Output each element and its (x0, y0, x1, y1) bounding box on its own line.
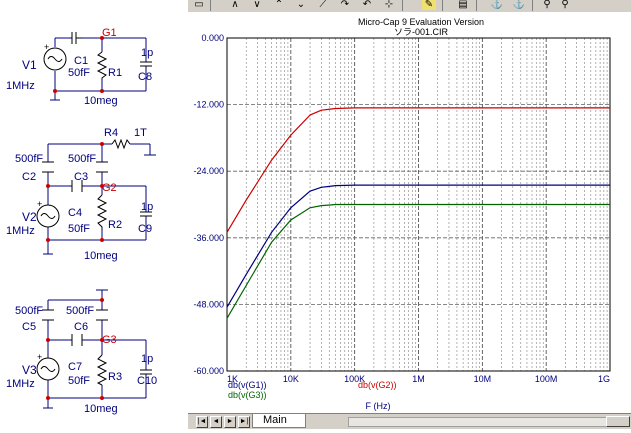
y-tick-label: -36.000 (193, 233, 224, 243)
tab-nav-next[interactable]: ► (224, 416, 236, 428)
label-c8-value: 1p (141, 47, 153, 59)
plot-file: ソラ-001.CIR (394, 27, 449, 37)
label-c2-value: 500fF (15, 153, 43, 165)
label-r4: R4 (104, 127, 118, 139)
y-tick-label: -60.000 (193, 366, 224, 376)
analysis-plot-window: ▭ ∧ ∨ ⌃ ⌄ ⟋ ↷ ↶ ⊹ ✎ ▤ ⚓ ⚓ ⚲ ⚲ Micro-Cap … (188, 0, 631, 429)
valley-icon[interactable]: ∨ (250, 0, 264, 10)
anchor2-icon[interactable]: ⚓ (512, 0, 526, 10)
y-tick-label: -12.000 (193, 100, 224, 110)
svg-text:+: + (37, 352, 42, 362)
label-r3: R3 (108, 371, 122, 383)
label-r1-value: 10meg (84, 95, 118, 107)
tag-icon[interactable]: ▤ (456, 0, 470, 10)
label-v1-freq: 1MHz (6, 80, 35, 92)
x-tick-label: 1M (412, 374, 425, 384)
schematic-canvas[interactable]: + + + G1 C1 50fF R1 1p C8 V1 1MHz 10meg R4… (0, 0, 188, 428)
ruler-icon[interactable]: ▭ (192, 0, 206, 10)
label-c3-value: 500fF (68, 153, 96, 165)
label-v2-freq: 1MHz (6, 225, 35, 237)
label-c9-value: 1p (141, 201, 153, 213)
label-r3-value: 10meg (84, 403, 118, 415)
label-c4: C4 (68, 207, 82, 219)
label-r4-value: 1T (134, 127, 147, 139)
label-c4-value: 50fF (68, 223, 90, 235)
label-g2: G2 (102, 182, 117, 194)
label-c2: C2 (22, 171, 36, 183)
y-tick-label: 0.000 (201, 33, 224, 43)
tab-nav-first[interactable]: |◄ (196, 416, 208, 428)
x-tick-label: 100M (535, 374, 558, 384)
label-c9: C9 (138, 223, 152, 235)
anchor-icon[interactable]: ⚓ (490, 0, 504, 10)
next-icon[interactable]: ↷ (338, 0, 352, 10)
label-c8: C8 (138, 71, 152, 83)
plot-area[interactable]: Micro-Cap 9 Evaluation Version ソラ-001.CI… (188, 12, 631, 413)
peak-icon[interactable]: ∧ (228, 0, 242, 10)
tab-nav-last[interactable]: ►| (238, 416, 250, 428)
tab-main[interactable]: Main (252, 414, 306, 428)
svg-text:+: + (44, 42, 49, 52)
schematic-drawing: + + + G1 C1 50fF R1 1p C8 V1 1MHz 10meg R4… (6, 27, 157, 415)
plot-title: Micro-Cap 9 Evaluation Version (358, 17, 484, 27)
legend-g2: db(v(G2)) (358, 380, 397, 390)
grid-icon[interactable]: ⊹ (382, 0, 396, 10)
svg-text:+: + (37, 199, 42, 209)
tab-main-label: Main (263, 414, 287, 426)
prev-icon[interactable]: ↶ (360, 0, 374, 10)
label-icon[interactable]: ✎ (422, 0, 436, 10)
label-c7: C7 (68, 361, 82, 373)
zoom-in-icon[interactable]: ⚲ (540, 0, 554, 10)
legend-g1: db(v(G1)) (228, 380, 267, 390)
label-c6: C6 (74, 321, 88, 333)
horizontal-scrollbar[interactable] (348, 417, 610, 427)
x-tick-label: 10K (283, 374, 299, 384)
slope-icon[interactable]: ⟋ (316, 0, 330, 10)
label-r2-value: 10meg (84, 250, 118, 262)
x-tick-label: 1G (598, 374, 610, 384)
label-r1: R1 (108, 67, 122, 79)
label-c1: C1 (74, 55, 88, 67)
label-c10: C10 (137, 375, 157, 387)
label-c1-value: 50fF (68, 67, 90, 79)
tab-nav-prev[interactable]: ◄ (210, 416, 222, 428)
label-c5-value: 500fF (15, 305, 43, 317)
label-c6-value: 500fF (66, 305, 94, 317)
y-tick-label: -48.000 (193, 299, 224, 309)
scrollbar-thumb[interactable] (606, 416, 630, 427)
x-tick-label: 10M (474, 374, 492, 384)
page-tab-bar: |◄ ◄ ► ►| Main (188, 413, 631, 429)
y-tick-label: -24.000 (193, 166, 224, 176)
label-v3: V3 (22, 363, 37, 377)
label-v2: V2 (22, 210, 37, 224)
zoom-out-icon[interactable]: ⚲ (558, 0, 572, 10)
label-v3-freq: 1MHz (6, 378, 35, 390)
label-v1: V1 (22, 58, 37, 72)
legend-g3: db(v(G3)) (228, 390, 267, 400)
label-c5: C5 (22, 321, 36, 333)
low-icon[interactable]: ⌄ (294, 0, 308, 10)
label-c3: C3 (74, 171, 88, 183)
label-r2: R2 (108, 219, 122, 231)
high-icon[interactable]: ⌃ (272, 0, 286, 10)
label-g3: G3 (102, 334, 117, 346)
label-c10-value: 1p (141, 353, 153, 365)
label-c7-value: 50fF (68, 375, 90, 387)
x-axis-label: F (Hz) (366, 401, 391, 411)
label-g1: G1 (102, 27, 117, 39)
